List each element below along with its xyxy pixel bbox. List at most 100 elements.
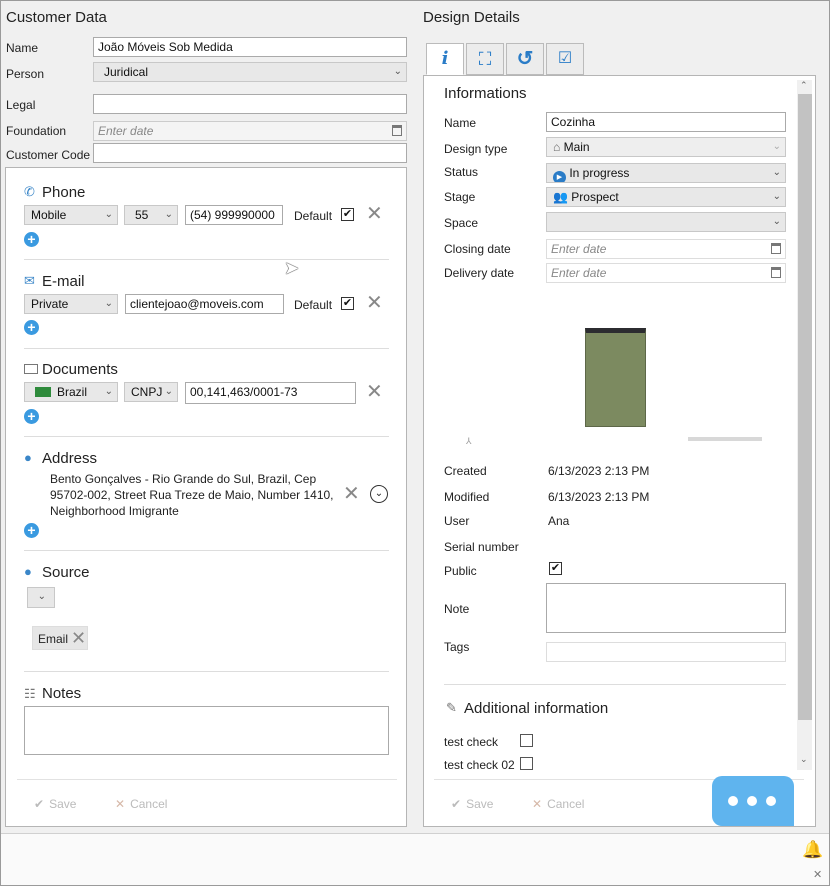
close-icon: ✕ bbox=[532, 797, 543, 811]
cancel-button[interactable]: ✕ Cancel bbox=[115, 797, 167, 811]
brazil-flag-icon bbox=[35, 387, 51, 397]
person-label: Person bbox=[6, 67, 45, 81]
remove-document-button[interactable]: ✕ bbox=[366, 382, 383, 402]
scroll-up-icon[interactable]: ⌃ bbox=[800, 80, 808, 91]
design-name-input[interactable]: Cozinha bbox=[546, 112, 786, 132]
design-preview-image[interactable] bbox=[585, 328, 646, 427]
chevron-down-icon: ⌄ bbox=[772, 141, 781, 152]
expand-address-button[interactable]: ⌄ bbox=[370, 485, 388, 503]
preview-watermark bbox=[688, 437, 762, 441]
address-line-1: Bento Gonçalves - Rio Grande do Sul, Bra… bbox=[50, 472, 317, 486]
tab-checklist[interactable]: ☑ bbox=[546, 43, 584, 75]
play-icon: ▶ bbox=[553, 171, 566, 182]
add-document-button[interactable]: + bbox=[24, 409, 39, 424]
chat-dot-icon bbox=[766, 796, 776, 806]
remove-phone-button[interactable]: ✕ bbox=[366, 204, 383, 224]
check-icon: ✔ bbox=[34, 797, 45, 811]
chevron-down-icon: ⌄ bbox=[164, 209, 173, 220]
cancel-button-label: Cancel bbox=[130, 797, 168, 811]
customer-code-input[interactable] bbox=[93, 143, 407, 163]
test-check-02-checkbox[interactable] bbox=[520, 757, 533, 770]
scroll-down-icon[interactable]: ⌄ bbox=[800, 754, 808, 765]
document-number-input[interactable]: 00,141,463/0001-73 bbox=[185, 382, 356, 404]
checklist-icon: ☑ bbox=[557, 50, 573, 67]
document-edit-icon: ✎ bbox=[446, 700, 457, 715]
foundation-label: Foundation bbox=[6, 124, 67, 138]
status-select[interactable]: ▶ In progress ⌄ bbox=[546, 163, 786, 183]
design-cancel-button[interactable]: ✕ Cancel bbox=[532, 797, 584, 811]
tab-history[interactable]: ↺ bbox=[506, 43, 544, 75]
tab-info[interactable]: i bbox=[426, 43, 464, 75]
user-value: Ana bbox=[548, 514, 570, 528]
source-tag-label: Email bbox=[38, 632, 69, 646]
closing-date-input[interactable]: Enter date bbox=[546, 239, 786, 259]
add-phone-button[interactable]: + bbox=[24, 232, 39, 247]
phone-default-label: Default bbox=[294, 209, 333, 223]
email-type-select[interactable]: Private ⌄ bbox=[24, 294, 118, 314]
email-default-checkbox[interactable]: ✔ bbox=[341, 297, 354, 310]
email-default-label: Default bbox=[294, 298, 333, 312]
phone-section-title: Phone bbox=[42, 184, 86, 201]
email-type-value: Private bbox=[31, 297, 69, 311]
phone-type-select[interactable]: Mobile ⌄ bbox=[24, 205, 118, 225]
document-type-select[interactable]: CNPJ ⌄ bbox=[124, 382, 178, 402]
delivery-date-label: Delivery date bbox=[444, 266, 515, 280]
test-check-checkbox[interactable] bbox=[520, 734, 533, 747]
design-name-label: Name bbox=[444, 116, 477, 130]
person-select[interactable]: Juridical ⌄ bbox=[93, 62, 407, 82]
chat-dot-icon bbox=[728, 796, 738, 806]
name-input[interactable]: João Móveis Sob Medida bbox=[93, 37, 407, 57]
calendar-icon[interactable] bbox=[771, 267, 781, 278]
design-panel-title: Design Details bbox=[423, 9, 520, 26]
bell-icon[interactable]: 🔔 bbox=[802, 840, 823, 860]
stage-select[interactable]: 👥 Prospect ⌄ bbox=[546, 187, 786, 207]
design-type-select[interactable]: ⌂ Main ⌄ bbox=[546, 137, 786, 157]
email-section-title: E-mail bbox=[42, 273, 85, 290]
add-email-button[interactable]: + bbox=[24, 320, 39, 335]
notes-icon: ☷ bbox=[24, 686, 36, 701]
save-button[interactable]: ✔ Save bbox=[34, 797, 76, 811]
phone-default-checkbox[interactable]: ✔ bbox=[341, 208, 354, 221]
phone-number-input[interactable]: (54) 999990000 bbox=[185, 205, 283, 225]
chevron-down-icon: ⌄ bbox=[772, 216, 781, 227]
legal-input[interactable] bbox=[93, 94, 407, 114]
add-address-button[interactable]: + bbox=[24, 523, 39, 538]
public-checkbox[interactable]: ✔ bbox=[549, 562, 562, 575]
foundation-date-input[interactable]: Enter date bbox=[93, 121, 407, 141]
legal-label: Legal bbox=[6, 98, 36, 112]
document-country-select[interactable]: Brazil ⌄ bbox=[24, 382, 118, 402]
remove-address-button[interactable]: ✕ bbox=[343, 484, 360, 504]
delivery-date-input[interactable]: Enter date bbox=[546, 263, 786, 283]
public-label: Public bbox=[444, 564, 477, 578]
divider bbox=[17, 779, 397, 780]
foundation-placeholder: Enter date bbox=[98, 124, 154, 138]
axis-icon: ⅄ bbox=[466, 436, 472, 446]
design-save-button[interactable]: ✔ Save bbox=[451, 797, 493, 811]
close-icon[interactable]: ✕ bbox=[813, 868, 822, 881]
customer-panel-title: Customer Data bbox=[6, 9, 107, 26]
address-section-title: Address bbox=[42, 450, 98, 467]
remove-email-button[interactable]: ✕ bbox=[366, 293, 383, 313]
email-address-input[interactable]: clientejoao@moveis.com bbox=[125, 294, 284, 314]
created-label: Created bbox=[444, 464, 487, 478]
save-button-label: Save bbox=[49, 797, 77, 811]
phone-country-code-select[interactable]: 55 ⌄ bbox=[124, 205, 178, 225]
phone-type-value: Mobile bbox=[31, 208, 67, 222]
stage-value: Prospect bbox=[571, 190, 619, 204]
space-select[interactable]: ⌄ bbox=[546, 212, 786, 232]
calendar-icon[interactable] bbox=[771, 243, 781, 254]
remove-tag-icon[interactable]: ✕ bbox=[71, 628, 86, 649]
source-select[interactable]: ⌄ bbox=[27, 587, 55, 608]
tags-input[interactable] bbox=[546, 642, 786, 662]
design-cancel-button-label: Cancel bbox=[547, 797, 585, 811]
tab-hierarchy[interactable]: ⛶ bbox=[466, 43, 504, 75]
scrollbar-thumb[interactable] bbox=[798, 94, 812, 720]
chat-dot-icon bbox=[747, 796, 757, 806]
tags-label: Tags bbox=[444, 640, 470, 654]
note-textarea[interactable] bbox=[546, 583, 786, 633]
notes-textarea[interactable] bbox=[24, 706, 389, 755]
informations-title: Informations bbox=[444, 85, 527, 102]
chevron-down-icon: ⌄ bbox=[772, 167, 781, 178]
calendar-icon[interactable] bbox=[392, 125, 402, 136]
divider bbox=[24, 671, 389, 672]
